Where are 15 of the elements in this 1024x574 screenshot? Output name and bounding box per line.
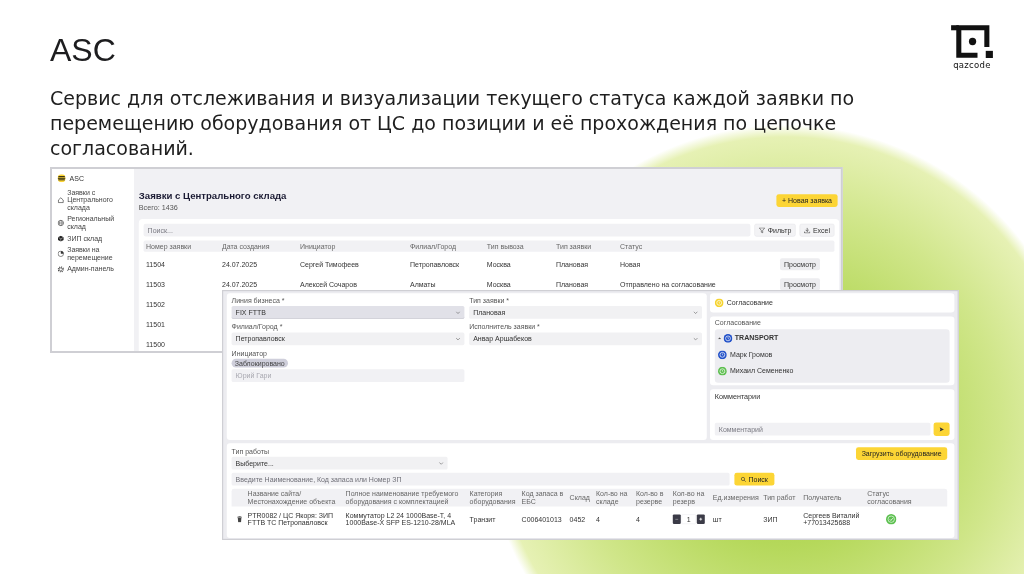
decrement-button[interactable] <box>672 514 681 524</box>
box-icon <box>57 235 64 242</box>
caret-icon[interactable] <box>718 337 722 340</box>
increment-button[interactable] <box>696 514 705 524</box>
logo-icon <box>951 25 993 58</box>
logo-icon <box>57 174 66 183</box>
logo-text: qazcode <box>953 60 991 70</box>
delete-button[interactable] <box>236 516 243 523</box>
slide-description: Сервис для отслеживания и визуализации текущего статуса каждой заявки по перемещению оборудования от ЦС до позиции и её прохождения по цепочке согласований. <box>50 86 856 161</box>
trash-icon <box>236 516 243 523</box>
page-title: Заявки с Центрального склада <box>138 190 287 203</box>
send-icon <box>939 426 945 432</box>
slide-title: ASC <box>50 34 117 66</box>
send-button[interactable] <box>933 422 950 436</box>
plus-icon <box>699 517 703 521</box>
